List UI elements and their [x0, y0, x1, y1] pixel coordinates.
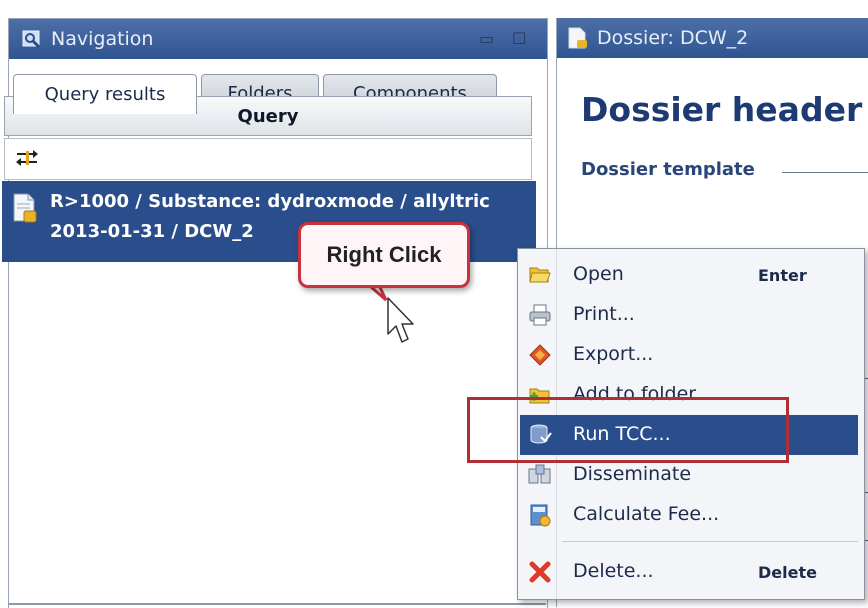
menu-label: Delete...: [573, 560, 654, 582]
menu-shortcut: Enter: [758, 266, 807, 285]
menu-item-export[interactable]: Export...: [518, 335, 864, 375]
disseminate-icon: [528, 464, 551, 484]
export-icon: [529, 344, 551, 366]
menu-item-calculate-fee[interactable]: Calculate Fee...: [518, 495, 864, 535]
menu-shortcut: Delete: [758, 563, 817, 582]
result-title: R>1000 / Substance: dydroxmode / allyltr…: [50, 191, 490, 212]
dossier-titlebar: Dossier: DCW_2: [557, 18, 868, 58]
tab-label: Query results: [44, 84, 166, 105]
dossier-document-icon: [13, 193, 37, 223]
tab-query-results[interactable]: Query results: [13, 74, 197, 114]
printer-icon: [529, 304, 551, 326]
panel-divider: [8, 603, 546, 605]
dossier-title: Dossier: DCW_2: [597, 27, 749, 49]
right-click-callout: Right Click: [298, 222, 470, 288]
menu-label: Calculate Fee...: [573, 503, 720, 525]
menu-label: Open: [573, 263, 624, 285]
navigation-icon: [22, 30, 41, 49]
menu-label: Export...: [573, 343, 654, 365]
menu-item-delete[interactable]: Delete... Delete: [518, 552, 864, 592]
navigation-title: Navigation: [51, 28, 154, 50]
filter-toolbar: [4, 138, 532, 180]
menu-separator: [562, 541, 858, 542]
menu-label: Disseminate: [573, 463, 692, 485]
dossier-template-label: Dossier template: [581, 159, 755, 180]
dossier-header-heading: Dossier header: [581, 90, 863, 129]
calculate-fee-icon: [530, 504, 551, 527]
dossier-document-icon: [568, 27, 587, 49]
maximize-icon[interactable]: ☐: [512, 29, 526, 48]
result-subtitle: 2013-01-31 / DCW_2: [50, 221, 254, 242]
menu-label: Print...: [573, 303, 635, 325]
menu-item-print[interactable]: Print...: [518, 295, 864, 335]
delete-icon: [529, 561, 551, 583]
minimize-icon[interactable]: ▭: [479, 29, 494, 48]
run-tcc-highlight-box: [467, 397, 789, 463]
filter-arrows-icon[interactable]: [15, 148, 39, 170]
mouse-cursor-icon: [387, 297, 414, 343]
menu-item-open[interactable]: Open Enter: [518, 255, 864, 295]
navigation-titlebar: Navigation ▭ ☐: [9, 19, 547, 59]
folder-open-icon: [529, 267, 551, 283]
template-separator: [782, 172, 868, 173]
